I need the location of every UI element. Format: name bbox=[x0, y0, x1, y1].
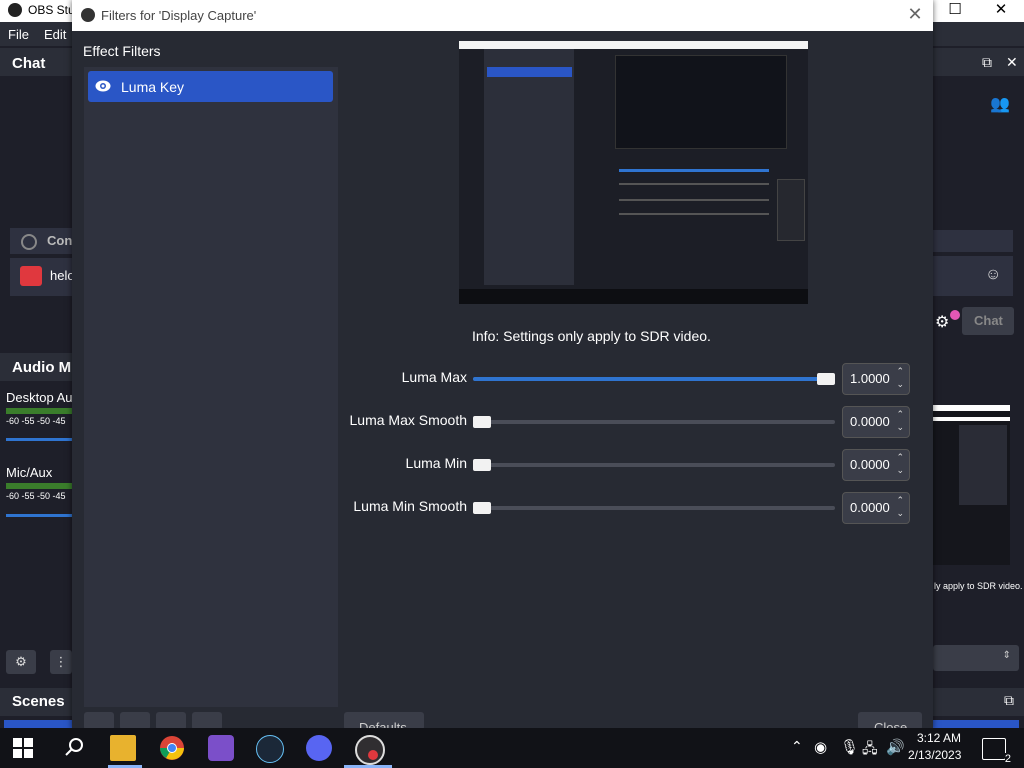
mic-aux-ticks: -60 -55 -50 -45 bbox=[6, 491, 66, 501]
microphone-icon[interactable]: 🎙 bbox=[840, 738, 859, 756]
setting-spinbox[interactable]: 0.0000 ⌃ ⌄ bbox=[842, 492, 910, 524]
audio-mixer-title: Audio Mi bbox=[12, 359, 76, 376]
spinner-icon bbox=[21, 234, 37, 250]
setting-slider[interactable] bbox=[473, 373, 835, 385]
setting-slider[interactable] bbox=[473, 416, 835, 428]
search-icon[interactable] bbox=[62, 735, 88, 761]
user-settings-icon[interactable]: 👥 bbox=[990, 94, 1010, 114]
info-text: Info: Settings only apply to SDR video. bbox=[472, 328, 711, 344]
chat-settings-gear-icon[interactable]: ⚙ bbox=[935, 312, 949, 332]
filter-item-label: Luma Key bbox=[121, 79, 185, 95]
dialog-titlebar: Filters for 'Display Capture' ✕ bbox=[72, 0, 933, 31]
windows-start-icon[interactable] bbox=[12, 737, 34, 759]
dialog-close-icon[interactable]: ✕ bbox=[905, 4, 925, 25]
setting-spinbox[interactable]: 0.0000 ⌃ ⌄ bbox=[842, 449, 910, 481]
effect-filters-label: Effect Filters bbox=[83, 43, 161, 59]
taskbar-date[interactable]: 2/13/2023 bbox=[908, 748, 961, 762]
setting-value: 1.0000 bbox=[850, 371, 890, 386]
dropdown-arrows-icon: ⇕ bbox=[1002, 650, 1011, 661]
spin-up-icon[interactable]: ⌃ bbox=[896, 366, 904, 377]
mixer-more-icon[interactable]: ⋮ bbox=[50, 650, 72, 674]
setting-spinbox[interactable]: 0.0000 ⌃ ⌄ bbox=[842, 406, 910, 438]
chat-send-label: Chat bbox=[974, 313, 1003, 328]
chat-send-button[interactable]: Chat bbox=[962, 307, 1014, 335]
setting-slider-handle[interactable] bbox=[473, 459, 491, 471]
setting-slider-handle[interactable] bbox=[473, 502, 491, 514]
right-preview-thumbnail bbox=[933, 405, 1010, 565]
setting-spinbox[interactable]: 1.0000 ⌃ ⌄ bbox=[842, 363, 910, 395]
filter-preview bbox=[459, 41, 808, 304]
video-camera-icon bbox=[20, 266, 42, 286]
scenes-title: Scenes bbox=[12, 693, 65, 710]
undock-icon-2[interactable]: ⧉ bbox=[1004, 692, 1014, 709]
close-dock-icon[interactable]: ✕ bbox=[1006, 54, 1018, 71]
dialog-title: Filters for 'Display Capture' bbox=[101, 8, 257, 23]
network-icon[interactable]: 🖧 bbox=[862, 738, 878, 762]
mic-aux-meter bbox=[6, 483, 72, 489]
volume-icon[interactable]: 🔊 bbox=[886, 738, 905, 756]
filters-dialog: Filters for 'Display Capture' ✕ Effect F… bbox=[72, 0, 933, 730]
chat-dock-title: Chat bbox=[12, 55, 46, 72]
desktop-audio-label: Desktop Au bbox=[6, 390, 73, 405]
right-panel-bar bbox=[933, 230, 1013, 252]
obs-logo-icon bbox=[8, 3, 22, 17]
spin-down-icon[interactable]: ⌄ bbox=[896, 508, 904, 519]
close-window-icon[interactable]: ✕ bbox=[978, 0, 1024, 22]
undock-icon[interactable]: ⧉ bbox=[982, 54, 992, 71]
taskbar-time[interactable]: 3:12 AM bbox=[916, 731, 962, 745]
setting-label: Luma Min Smooth bbox=[353, 498, 467, 514]
setting-value: 0.0000 bbox=[850, 414, 890, 429]
spin-up-icon[interactable]: ⌃ bbox=[896, 452, 904, 463]
obs-tray-icon[interactable]: ◉ bbox=[814, 738, 827, 756]
mic-aux-volume-slider[interactable] bbox=[6, 514, 72, 517]
chrome-icon[interactable] bbox=[159, 735, 185, 761]
setting-slider[interactable] bbox=[473, 459, 835, 471]
setting-slider-fill bbox=[473, 377, 835, 381]
setting-value: 0.0000 bbox=[850, 457, 890, 472]
emoji-icon[interactable]: ☺ bbox=[985, 266, 1001, 284]
setting-label: Luma Max bbox=[401, 369, 467, 385]
menu-file[interactable]: File bbox=[8, 27, 29, 42]
recording-indicator-icon bbox=[368, 750, 378, 760]
mixer-settings-gear-icon[interactable]: ⚙ bbox=[6, 650, 36, 674]
setting-slider-handle[interactable] bbox=[817, 373, 835, 385]
right-bottom-selected bbox=[933, 720, 1019, 728]
eye-icon[interactable] bbox=[95, 80, 111, 92]
discord-icon[interactable] bbox=[306, 735, 332, 761]
spin-down-icon[interactable]: ⌄ bbox=[896, 465, 904, 476]
maximize-icon[interactable]: ☐ bbox=[932, 0, 978, 22]
obs-window-title: OBS Stu bbox=[28, 3, 75, 17]
notification-dot-icon bbox=[950, 310, 960, 320]
notification-count: 2 bbox=[1004, 753, 1011, 765]
file-explorer-icon[interactable] bbox=[110, 735, 136, 761]
notifications-icon[interactable]: 2 bbox=[982, 738, 1011, 765]
spin-up-icon[interactable]: ⌃ bbox=[896, 409, 904, 420]
setting-label: Luma Max Smooth bbox=[349, 412, 468, 428]
chat-item-2-label: helo bbox=[50, 268, 75, 283]
spin-down-icon[interactable]: ⌄ bbox=[896, 422, 904, 433]
steam-icon[interactable] bbox=[256, 735, 284, 763]
setting-slider[interactable] bbox=[473, 502, 835, 514]
mic-aux-label: Mic/Aux bbox=[6, 465, 53, 480]
spin-down-icon[interactable]: ⌄ bbox=[896, 379, 904, 390]
setting-slider-handle[interactable] bbox=[473, 416, 491, 428]
setting-label: Luma Min bbox=[405, 455, 467, 471]
obs-dialog-icon bbox=[81, 8, 95, 22]
sdr-note-partial: ly apply to SDR video. bbox=[934, 581, 1023, 591]
menu-edit[interactable]: Edit bbox=[44, 27, 66, 42]
visual-studio-icon[interactable] bbox=[208, 735, 234, 761]
right-dropdown[interactable]: ⇕ bbox=[933, 645, 1019, 671]
spin-up-icon[interactable]: ⌃ bbox=[896, 495, 904, 506]
desktop-audio-volume-slider[interactable] bbox=[6, 438, 72, 441]
show-hidden-icons-icon[interactable]: ⌃ bbox=[791, 738, 803, 755]
filter-item-luma-key[interactable]: Luma Key bbox=[88, 71, 333, 102]
scene-item-selected[interactable] bbox=[4, 720, 72, 728]
desktop-audio-ticks: -60 -55 -50 -45 bbox=[6, 416, 66, 426]
setting-value: 0.0000 bbox=[850, 500, 890, 515]
desktop-audio-meter bbox=[6, 408, 72, 414]
chat-item-1-label: Con bbox=[47, 233, 73, 248]
effect-filters-list: Luma Key bbox=[84, 67, 338, 707]
